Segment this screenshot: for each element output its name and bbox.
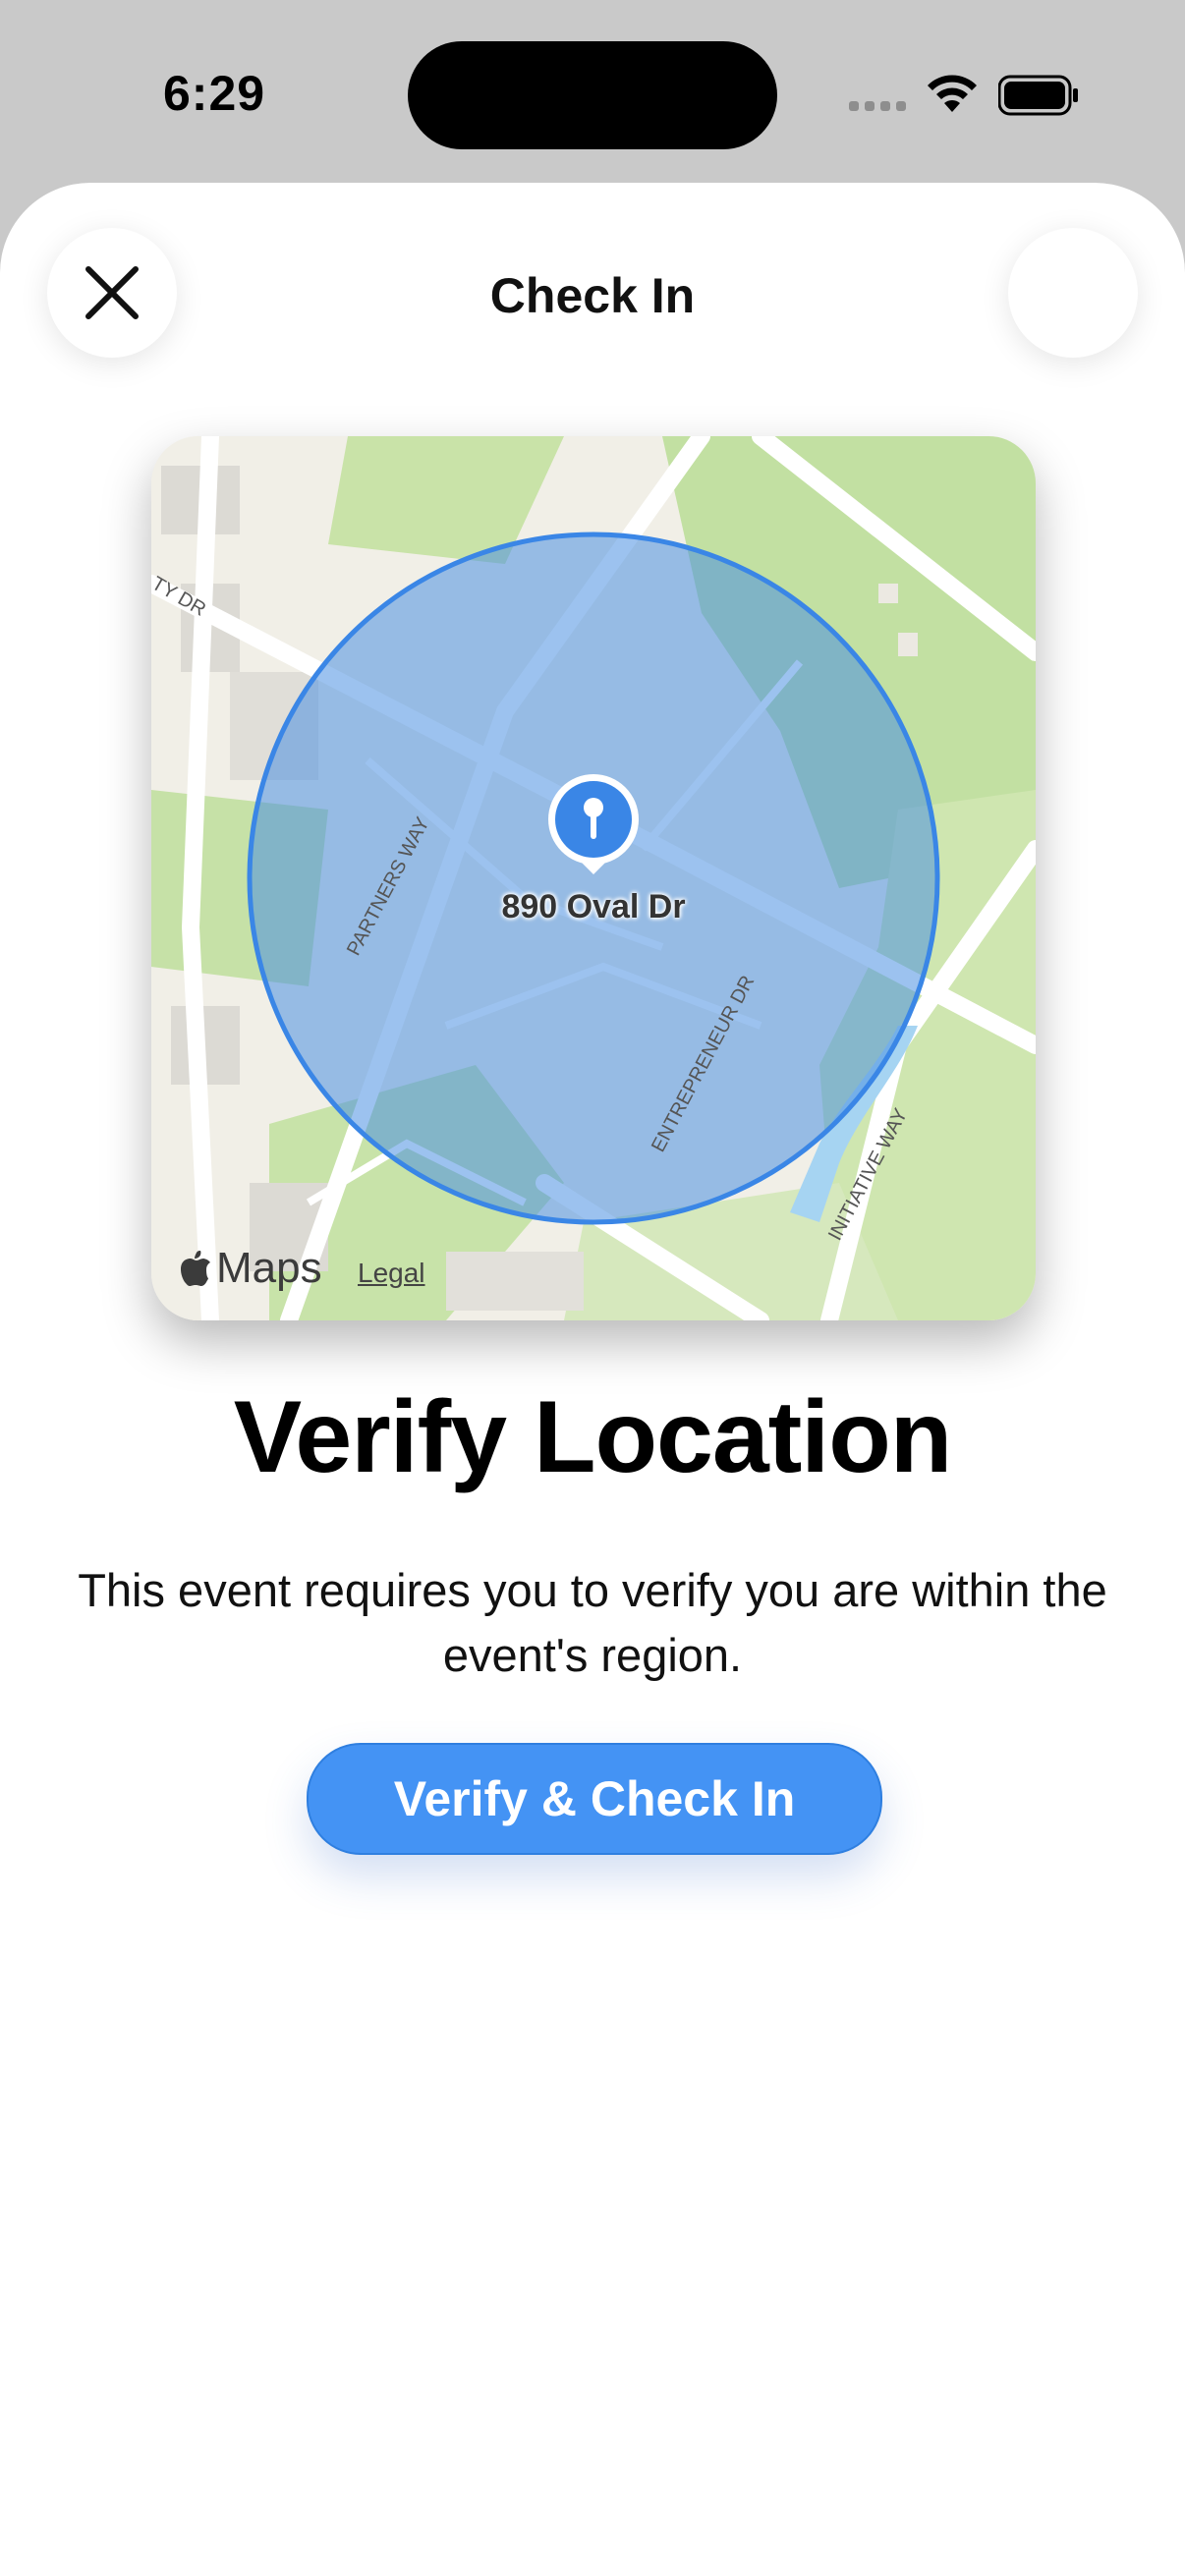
description-text: This event requires you to verify you ar… [78, 1564, 1107, 1681]
empty-nav-button[interactable] [1008, 228, 1138, 358]
page-title: Verify Location [233, 1380, 953, 1494]
dynamic-island [408, 41, 777, 149]
legal-link[interactable]: Legal [358, 1258, 425, 1289]
verify-check-in-button[interactable]: Verify & Check In [307, 1743, 882, 1855]
map-tiles: TY DR PARTNERS WAY ENTREPRENEUR DR INITI… [151, 436, 1036, 1320]
map-view[interactable]: TY DR PARTNERS WAY ENTREPRENEUR DR INITI… [151, 436, 1036, 1320]
apple-maps-attribution: Maps [181, 1244, 322, 1293]
check-in-sheet: Check In TY DR PARTNERS WAY ENTREPRENEUR… [0, 183, 1185, 2576]
battery-icon [998, 75, 1078, 116]
status-time: 6:29 [163, 66, 266, 121]
wifi-icon [928, 75, 977, 112]
status-bar: 6:29 [0, 0, 1185, 177]
cellular-signal-icon [849, 101, 906, 111]
pin-address-label: 890 Oval Dr [501, 888, 686, 925]
maps-attribution-text: Maps [216, 1244, 322, 1292]
apple-logo-icon [181, 1251, 210, 1286]
